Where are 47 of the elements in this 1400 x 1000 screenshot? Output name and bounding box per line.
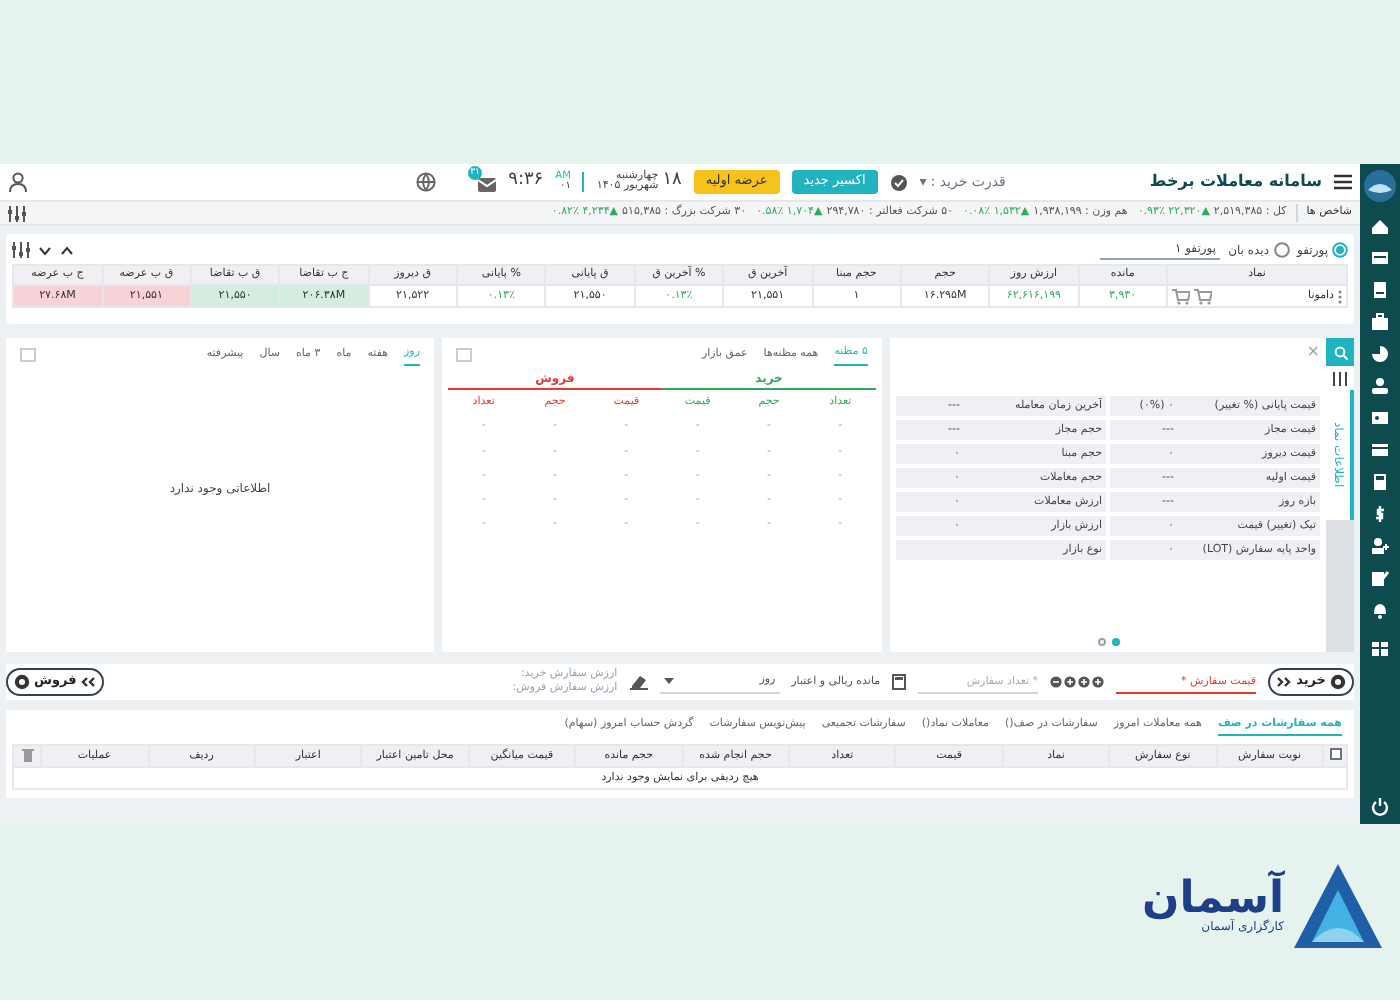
date-day: ۱۸ xyxy=(662,168,682,196)
logo-icon xyxy=(1292,862,1384,950)
globe-icon[interactable] xyxy=(416,172,437,192)
edit-icon[interactable] xyxy=(1370,568,1390,588)
table-icon[interactable] xyxy=(1370,638,1390,658)
power-icon[interactable] xyxy=(1370,796,1390,816)
cart-icon[interactable] xyxy=(1172,287,1190,305)
document-icon[interactable] xyxy=(1370,280,1390,300)
briefcase-icon[interactable] xyxy=(1370,312,1390,332)
plus-circle-icon[interactable] xyxy=(1092,676,1105,688)
calculator-icon[interactable] xyxy=(1370,472,1390,492)
user-add-icon[interactable] xyxy=(1370,536,1390,556)
clock-time: ۹:۳۶ xyxy=(508,168,544,195)
coin-icon xyxy=(14,674,30,690)
app-title: سامانه معاملات برخط xyxy=(1149,170,1322,194)
user-icon[interactable] xyxy=(8,172,28,192)
double-chevron-icon xyxy=(1276,676,1293,688)
calculator-icon[interactable] xyxy=(892,674,907,690)
plus-circle-icon[interactable] xyxy=(1064,676,1077,688)
double-chevron-icon xyxy=(80,676,97,688)
cart-icon[interactable] xyxy=(1194,287,1212,305)
message-icon[interactable] xyxy=(478,178,497,192)
eraser-icon[interactable] xyxy=(629,674,648,690)
pie-chart-icon[interactable] xyxy=(1370,344,1390,364)
plus-circle-icon[interactable] xyxy=(1078,676,1091,688)
chevron-up-icon[interactable] xyxy=(60,245,74,255)
chevron-down-icon[interactable] xyxy=(38,245,52,255)
radio-button[interactable] xyxy=(1273,242,1290,258)
search-icon xyxy=(1333,345,1347,359)
radio-button[interactable] xyxy=(1332,242,1348,258)
coin-icon xyxy=(1330,674,1346,690)
credit-card-icon[interactable] xyxy=(1370,440,1390,460)
dollar-icon[interactable] xyxy=(1370,504,1390,524)
caret-icon xyxy=(663,678,674,684)
id-card-icon[interactable] xyxy=(1370,408,1390,428)
filter-icon[interactable] xyxy=(12,242,30,258)
home-icon[interactable] xyxy=(1370,216,1390,236)
menu-icon[interactable] xyxy=(1334,174,1352,190)
checkbox[interactable] xyxy=(1329,748,1341,761)
filter-icon[interactable] xyxy=(8,205,26,221)
filter-icon[interactable] xyxy=(1332,371,1348,385)
bell-icon[interactable] xyxy=(1370,600,1390,620)
people-icon[interactable] xyxy=(1370,376,1390,396)
minus-circle-icon[interactable] xyxy=(1050,676,1063,688)
list-icon[interactable] xyxy=(1370,248,1390,268)
check-circle-icon[interactable] xyxy=(889,173,908,191)
logo-icon xyxy=(1362,168,1398,204)
